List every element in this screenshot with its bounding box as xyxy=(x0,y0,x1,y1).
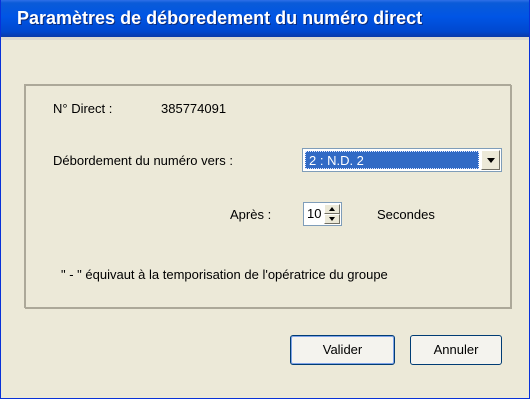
title-bar[interactable]: Paramètres de déboredement du numéro dir… xyxy=(1,0,529,37)
title-separator xyxy=(1,37,529,40)
direct-number-label: N° Direct : xyxy=(53,101,113,116)
overflow-target-select[interactable]: 2 : N.D. 2 xyxy=(302,148,502,172)
spin-down-button[interactable] xyxy=(324,214,340,224)
delay-spinner[interactable]: 10 xyxy=(303,202,342,226)
window-title: Paramètres de déboredement du numéro dir… xyxy=(17,8,423,28)
cancel-button[interactable]: Annuler xyxy=(410,335,502,365)
chevron-down-icon xyxy=(487,158,495,163)
overflow-label: Débordement du numéro vers : xyxy=(53,153,233,168)
direct-number-value: 385774091 xyxy=(161,101,227,116)
arrow-up-icon xyxy=(329,207,335,211)
spin-up-button[interactable] xyxy=(324,204,340,214)
dropdown-button[interactable] xyxy=(481,150,500,170)
overflow-selected-value: 2 : N.D. 2 xyxy=(305,151,479,169)
after-label: Après : xyxy=(230,207,272,222)
validate-button[interactable]: Valider xyxy=(290,335,395,365)
arrow-down-icon xyxy=(329,217,335,221)
delay-value: 10 xyxy=(307,206,322,221)
timeout-note: " - " équivaut à la temporisation de l'o… xyxy=(61,267,388,282)
dialog-window: Paramètres de déboredement du numéro dir… xyxy=(0,0,530,399)
seconds-label: Secondes xyxy=(377,207,435,222)
